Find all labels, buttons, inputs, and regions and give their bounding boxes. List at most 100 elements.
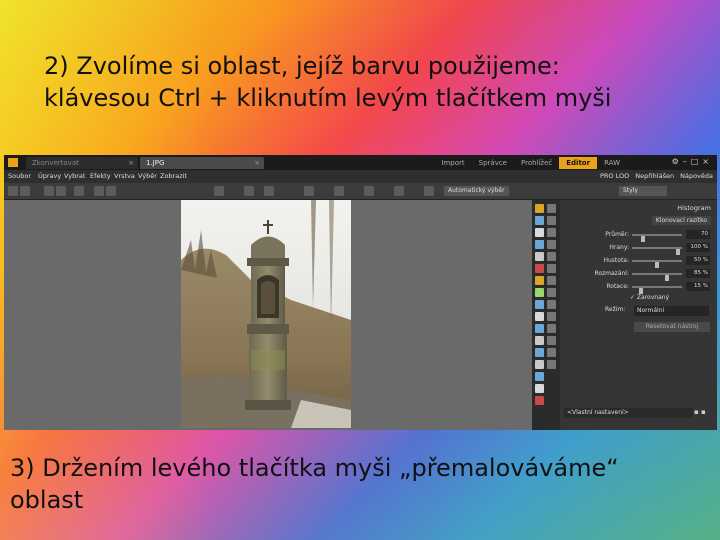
slider-value[interactable]: 50 %: [686, 256, 710, 265]
slider-value[interactable]: 85 %: [686, 269, 710, 278]
help-menu[interactable]: Nápověda: [680, 172, 713, 180]
slider-track[interactable]: [632, 286, 682, 294]
undo-icon[interactable]: [44, 186, 54, 196]
eraser-tool-icon[interactable]: [547, 264, 556, 273]
panel-header[interactable]: Histogram: [677, 204, 711, 212]
mode-manager[interactable]: Správce: [472, 157, 514, 169]
blend-mode-select[interactable]: Normální: [634, 306, 709, 316]
zoom-tool-icon[interactable]: [547, 204, 556, 213]
mask-tool-icon[interactable]: [547, 348, 556, 357]
close-icon[interactable]: ×: [128, 157, 134, 169]
mode-editor[interactable]: Editor: [559, 157, 598, 169]
dodge-tool-icon[interactable]: [535, 288, 544, 297]
account-status[interactable]: Nepřihlášen: [635, 172, 674, 180]
menu-vybrat[interactable]: Vybrat: [64, 172, 85, 180]
blur-tool-icon[interactable]: [535, 300, 544, 309]
select-tool-icon[interactable]: [535, 216, 544, 225]
picker-tool-icon[interactable]: [547, 324, 556, 333]
heal-tool-icon[interactable]: [547, 276, 556, 285]
menu-efekty[interactable]: Efekty: [90, 172, 111, 180]
slider-value[interactable]: 100 %: [686, 243, 710, 252]
close-icon[interactable]: ×: [702, 157, 713, 166]
fill-tool-icon[interactable]: [535, 324, 544, 333]
close-icon[interactable]: ×: [254, 157, 260, 169]
tool-name: Klonovací razítko: [651, 216, 711, 225]
save-preset-icon[interactable]: ▪: [694, 408, 699, 416]
slider-track[interactable]: [632, 234, 682, 242]
clone-stamp-tool-icon[interactable]: [535, 276, 544, 285]
slider-value[interactable]: 15 %: [686, 282, 710, 291]
menu-vrstva[interactable]: Vrstva: [114, 172, 135, 180]
slider-track[interactable]: [632, 273, 682, 281]
gradient-tool-icon[interactable]: [547, 312, 556, 321]
smudge-tool-icon[interactable]: [535, 312, 544, 321]
transform-tool-icon[interactable]: [535, 360, 544, 369]
shape-tool-icon[interactable]: [547, 252, 556, 261]
tab-zkonvertovat[interactable]: Zkonvertovat ×: [26, 157, 138, 169]
text-icon[interactable]: [424, 186, 434, 196]
preset-dropdown[interactable]: <Vlastní nastavení>: [564, 408, 693, 418]
color-swatch-icon[interactable]: [535, 384, 544, 393]
slider-knob[interactable]: [665, 275, 670, 281]
photo-preview[interactable]: [181, 200, 351, 428]
caption-line: 3) Držením levého tlačítka myši „přemalo…: [10, 454, 619, 482]
filter-icon[interactable]: [394, 186, 404, 196]
menu-vyber[interactable]: Výběr: [138, 172, 157, 180]
forward-icon[interactable]: [20, 186, 30, 196]
delete-preset-icon[interactable]: ▪: [701, 408, 706, 416]
auto-select-button[interactable]: Automatický výběr: [444, 186, 509, 196]
foreground-color-icon[interactable]: [535, 396, 544, 405]
pen-tool-icon[interactable]: [547, 336, 556, 345]
menu-zobrazit[interactable]: Zobrazit: [160, 172, 187, 180]
slider-track[interactable]: [632, 260, 682, 268]
caption-line: oblast: [10, 486, 84, 514]
menu-bar: Soubor Úpravy Vybrat Efekty Vrstva Výběr…: [4, 170, 717, 183]
save-icon[interactable]: [74, 186, 84, 196]
slider-track[interactable]: [632, 247, 682, 255]
slider-knob[interactable]: [655, 262, 659, 268]
preset-select[interactable]: Styly: [619, 186, 667, 196]
redeye-tool-icon[interactable]: [547, 240, 556, 249]
slider-label: Hustota:: [603, 257, 629, 264]
burn-tool-icon[interactable]: [547, 288, 556, 297]
minimize-icon[interactable]: –: [683, 157, 691, 166]
crop-icon[interactable]: [214, 186, 224, 196]
flip-icon[interactable]: [264, 186, 274, 196]
zoom-in-icon[interactable]: [94, 186, 104, 196]
levels-icon[interactable]: [334, 186, 344, 196]
slider-knob[interactable]: [641, 236, 646, 242]
brush-tool-icon[interactable]: [535, 264, 544, 273]
zoom-out-icon[interactable]: [106, 186, 116, 196]
slider-value[interactable]: 70: [686, 230, 710, 239]
menu-soubor[interactable]: Soubor: [8, 172, 31, 180]
sharpen-tool-icon[interactable]: [547, 300, 556, 309]
text-tool-icon[interactable]: [535, 252, 544, 261]
rotate-icon[interactable]: [244, 186, 254, 196]
mode-viewer[interactable]: Prohlížeč: [514, 157, 559, 169]
mode-import[interactable]: Import: [434, 157, 471, 169]
wand-tool-icon[interactable]: [535, 348, 544, 357]
warp-tool-icon[interactable]: [547, 360, 556, 369]
menu-upravy[interactable]: Úpravy: [38, 172, 61, 180]
redo-icon[interactable]: [56, 186, 66, 196]
perspective-tool-icon[interactable]: [535, 372, 544, 381]
line-tool-icon[interactable]: [535, 336, 544, 345]
pan-tool-icon[interactable]: [535, 204, 544, 213]
crop-tool-icon[interactable]: [547, 228, 556, 237]
tab-image[interactable]: 1.JPG ×: [140, 157, 264, 169]
settings-icon[interactable]: ⚙: [672, 157, 683, 166]
slider-row: Průměr: 70: [560, 230, 717, 242]
back-icon[interactable]: [8, 186, 18, 196]
slider-knob[interactable]: [675, 249, 680, 255]
resize-icon[interactable]: [304, 186, 314, 196]
mode-raw[interactable]: RAW: [597, 157, 627, 169]
move-tool-icon[interactable]: [535, 228, 544, 237]
photo-editor-window: Zkonvertovat × 1.JPG × Import Správce Pr…: [4, 155, 717, 430]
lasso-tool-icon[interactable]: [547, 216, 556, 225]
maximize-icon[interactable]: □: [691, 157, 703, 166]
straighten-tool-icon[interactable]: [535, 240, 544, 249]
aligned-checkbox[interactable]: ✓ Zarovnaný: [630, 294, 669, 301]
color-icon[interactable]: [364, 186, 374, 196]
reset-tool-button[interactable]: Resetovat nástroj: [634, 322, 710, 332]
preset-actions: ▪ ▪: [694, 408, 706, 416]
